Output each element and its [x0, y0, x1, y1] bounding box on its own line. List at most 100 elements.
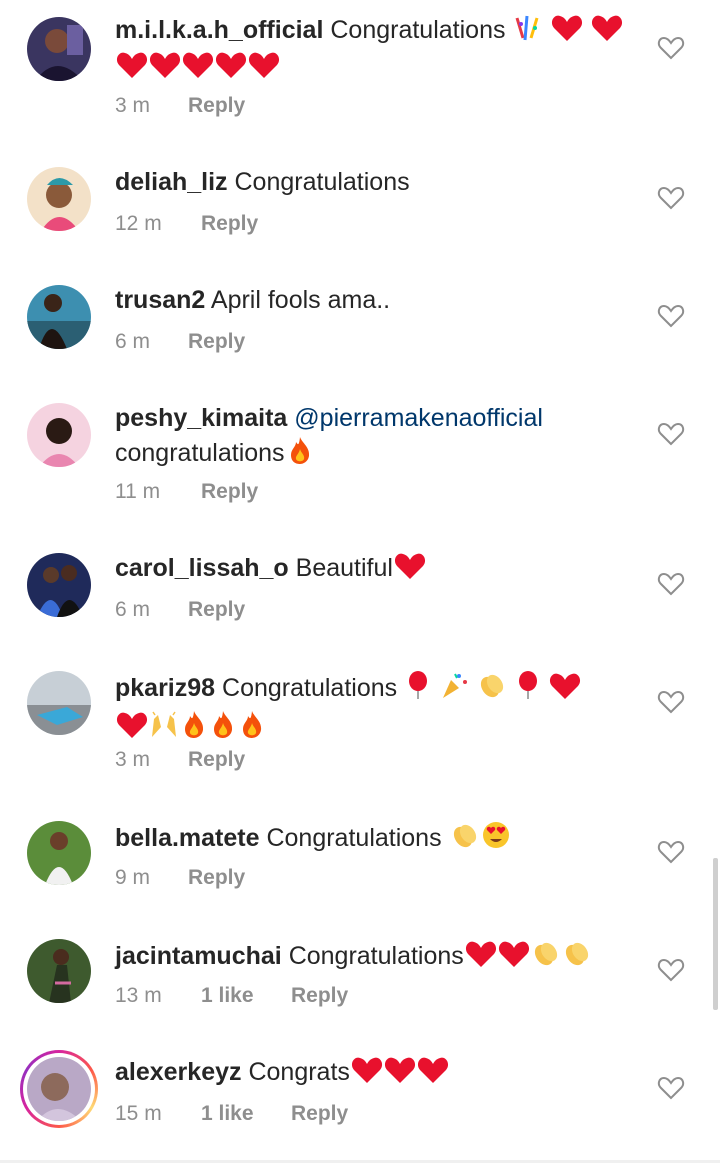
like-button[interactable] [657, 571, 685, 597]
comment-body: congratulations [115, 439, 285, 467]
avatar[interactable] [27, 17, 91, 81]
comment-meta: 13 m 1 like Reply [115, 984, 348, 1008]
reply-button[interactable]: Reply [291, 984, 348, 1008]
comment-text: carol_lissah_o Beautiful [115, 552, 635, 589]
fire-emoji [286, 435, 314, 474]
comment-meta: 6 m Reply [115, 598, 245, 622]
avatar[interactable] [27, 167, 91, 231]
username[interactable]: peshy_kimaita [115, 404, 287, 432]
comment-body: Congratulations [266, 824, 442, 852]
avatar[interactable] [27, 939, 91, 1003]
comment-meta: 9 m Reply [115, 866, 245, 890]
timestamp: 12 m [115, 212, 162, 235]
username[interactable]: deliah_liz [115, 168, 228, 196]
heart-emoji [351, 1056, 383, 1093]
comment-text: jacintamuchai Congratulations [115, 938, 635, 977]
username[interactable]: m.i.l.k.a.h_official [115, 16, 323, 44]
avatar[interactable] [27, 403, 91, 467]
clapping-hands-emoji [562, 938, 592, 977]
comment-body: Congratulations [330, 16, 506, 44]
reply-button[interactable]: Reply [201, 480, 258, 504]
avatar[interactable] [27, 1057, 91, 1121]
mention-link[interactable]: @pierramakenaofficial [294, 404, 543, 432]
comment-list: m.i.l.k.a.h_official Congratulations 3 m… [0, 0, 720, 1163]
comment-meta: 12 m Reply [115, 212, 258, 236]
comment-body: Congrats [248, 1058, 350, 1086]
heart-emoji [116, 711, 148, 748]
story-ring[interactable] [20, 1050, 98, 1128]
heart-emoji [182, 51, 214, 88]
like-button[interactable] [657, 35, 685, 61]
heart-emoji [551, 14, 583, 51]
party-popper-emoji [439, 670, 469, 709]
comment-text: m.i.l.k.a.h_official Congratulations [115, 14, 635, 88]
avatar[interactable] [27, 285, 91, 349]
clapping-hands-emoji [477, 670, 507, 709]
like-button[interactable] [657, 421, 685, 447]
like-button[interactable] [657, 689, 685, 715]
heart-emoji [498, 940, 530, 977]
fire-emoji [180, 709, 208, 748]
comment-body: Congratulations [234, 168, 410, 196]
heart-emoji [394, 552, 426, 589]
heart-outline-icon [657, 186, 685, 210]
username[interactable]: bella.matete [115, 824, 260, 852]
timestamp: 6 m [115, 330, 151, 353]
like-button[interactable] [657, 185, 685, 211]
username[interactable]: pkariz98 [115, 674, 215, 702]
like-button[interactable] [657, 957, 685, 983]
heart-emoji [149, 51, 181, 88]
username[interactable]: jacintamuchai [115, 942, 282, 970]
heart-emoji [116, 51, 148, 88]
like-button[interactable] [657, 839, 685, 865]
avatar[interactable] [27, 671, 91, 735]
like-count[interactable]: 1 like [201, 1102, 291, 1126]
username[interactable]: trusan2 [115, 286, 205, 314]
timestamp: 3 m [115, 748, 151, 771]
clapping-hands-emoji [531, 938, 561, 977]
reply-button[interactable]: Reply [188, 748, 245, 772]
avatar[interactable] [27, 821, 91, 885]
heart-outline-icon [657, 690, 685, 714]
heart-emoji [384, 1056, 416, 1093]
heart-outline-icon [657, 36, 685, 60]
heart-outline-icon [657, 958, 685, 982]
comment-meta: 15 m 1 like Reply [115, 1102, 348, 1126]
reply-button[interactable]: Reply [201, 212, 258, 236]
reply-button[interactable]: Reply [188, 598, 245, 622]
reply-button[interactable]: Reply [188, 94, 245, 118]
balloon-emoji [405, 670, 431, 709]
comment-text: deliah_liz Congratulations [115, 166, 635, 199]
avatar[interactable] [27, 553, 91, 617]
comment-meta: 3 m Reply [115, 748, 245, 772]
reply-button[interactable]: Reply [291, 1102, 348, 1126]
clapping-hands-emoji [450, 820, 480, 859]
heart-emoji [248, 51, 280, 88]
raising-hands-emoji [149, 711, 179, 748]
comment-meta: 11 m Reply [115, 480, 258, 504]
timestamp: 6 m [115, 598, 151, 621]
timestamp: 13 m [115, 984, 162, 1007]
reply-button[interactable]: Reply [188, 866, 245, 890]
fire-emoji [209, 709, 237, 748]
comment-text: bella.matete Congratulations [115, 820, 635, 859]
username[interactable]: carol_lissah_o [115, 554, 289, 582]
heart-outline-icon [657, 572, 685, 596]
comment-body: Congratulations [288, 942, 464, 970]
like-button[interactable] [657, 1075, 685, 1101]
like-count[interactable]: 1 like [201, 984, 291, 1008]
heart-emoji [549, 672, 581, 709]
comment-text: trusan2 April fools ama.. [115, 284, 635, 317]
username[interactable]: alexerkeyz [115, 1058, 242, 1086]
like-button[interactable] [657, 303, 685, 329]
heart-emoji [417, 1056, 449, 1093]
comment-body: Beautiful [295, 554, 393, 582]
reply-button[interactable]: Reply [188, 330, 245, 354]
heart-outline-icon [657, 422, 685, 446]
timestamp: 15 m [115, 1102, 162, 1125]
timestamp: 11 m [115, 480, 161, 503]
timestamp: 3 m [115, 94, 151, 117]
comment-body: April fools ama.. [210, 286, 391, 314]
confetti-ball-emoji [513, 14, 543, 51]
scrollbar[interactable] [713, 858, 718, 1010]
